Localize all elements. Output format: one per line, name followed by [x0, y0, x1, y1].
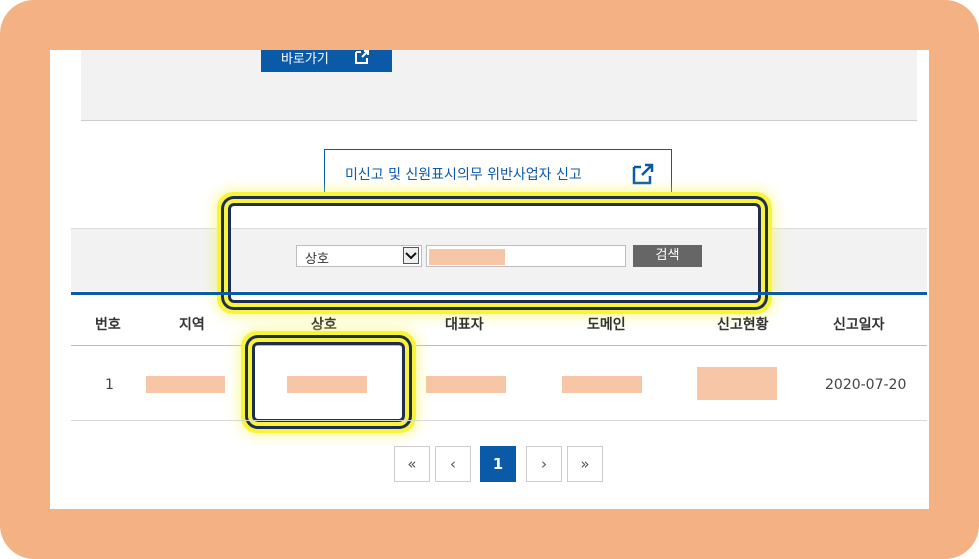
header-divider	[71, 345, 927, 346]
header-report-status: 신고현황	[717, 317, 769, 333]
row-report-date: 2020-07-20	[825, 377, 907, 393]
redacted-domain[interactable]	[562, 376, 642, 393]
row-number: 1	[105, 377, 114, 393]
redacted-region	[146, 376, 225, 393]
pagination-prev-button[interactable]: ‹	[435, 446, 471, 482]
redacted-report-status	[697, 367, 777, 400]
company-highlight-box	[248, 338, 409, 426]
header-domain: 도메인	[587, 317, 626, 333]
pagination-next-button[interactable]: ›	[526, 446, 562, 482]
redacted-representative	[426, 376, 506, 393]
header-number: 번호	[95, 317, 121, 333]
page-content: 바로가기 미신고 및 신원표시의무 위반사업자 신고 상호 검색 번호 지역 상…	[50, 50, 929, 509]
header-company: 상호	[311, 317, 337, 333]
search-highlight-box	[224, 199, 765, 307]
report-button-label: 미신고 및 신원표시의무 위반사업자 신고	[345, 167, 582, 183]
row-divider	[71, 420, 927, 421]
external-link-icon	[632, 163, 654, 185]
table-top-border	[71, 292, 927, 295]
top-panel: 바로가기	[81, 50, 917, 121]
pagination-last-button[interactable]: »	[567, 446, 603, 482]
header-representative: 대표자	[445, 317, 484, 333]
go-button[interactable]: 바로가기	[261, 50, 392, 72]
go-button-label: 바로가기	[281, 52, 329, 67]
pagination-page-1[interactable]: 1	[480, 446, 516, 482]
pagination-first-button[interactable]: «	[394, 446, 430, 482]
header-report-date: 신고일자	[833, 317, 885, 333]
external-link-icon	[355, 50, 369, 64]
header-region: 지역	[179, 317, 205, 333]
report-violation-button[interactable]: 미신고 및 신원표시의무 위반사업자 신고	[324, 149, 672, 196]
